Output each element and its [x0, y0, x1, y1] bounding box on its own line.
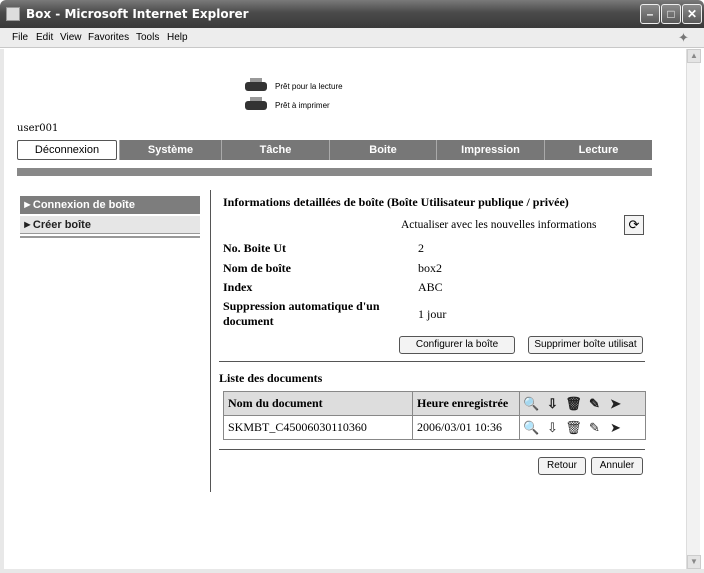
menu-tools[interactable]: Tools: [136, 32, 159, 43]
tab-tache[interactable]: Tâche: [221, 140, 329, 160]
status-ready-print: Prêt à imprimer: [243, 97, 330, 113]
documents-title: Liste des documents: [219, 371, 323, 385]
app-icon: [6, 7, 20, 21]
configure-box-button[interactable]: Configurer la boîte: [399, 336, 515, 354]
window-titlebar: Box - Microsoft Internet Explorer – □ ✕: [0, 0, 704, 28]
status-read-text: Prêt pour la lecture: [275, 81, 343, 91]
send-icon[interactable]: ➤: [606, 418, 625, 437]
minimize-icon[interactable]: –: [640, 4, 660, 24]
sidebar: ►Connexion de boîte ►Créer boîte: [20, 196, 200, 234]
scroll-up-icon[interactable]: ▲: [687, 49, 701, 63]
logout-button[interactable]: Déconnexion: [17, 140, 117, 160]
cancel-button[interactable]: Annuler: [591, 457, 643, 475]
menu-help[interactable]: Help: [167, 32, 188, 43]
header-actions: 🔍 ⇩ 🗑 ✎ ➤: [519, 391, 646, 416]
edit-icon: ✎: [589, 396, 600, 411]
main-nav: Déconnexion Système Tâche Boite Impressi…: [17, 140, 652, 160]
printer-icon: [243, 97, 269, 113]
footer-divider: [219, 449, 645, 450]
printer-icon: [243, 78, 269, 94]
column-header-name: Nom du document: [223, 391, 413, 416]
page-title: Informations detaillées de boîte (Boîte …: [223, 195, 569, 209]
download-icon[interactable]: ⇩: [543, 418, 562, 437]
maximize-icon[interactable]: □: [661, 4, 681, 24]
field-label-index: Index: [223, 280, 253, 294]
status-ready-read: Prêt pour la lecture: [243, 78, 343, 94]
nav-divider: [17, 168, 652, 176]
content-divider: [210, 190, 211, 492]
window-frame-bottom: [0, 569, 704, 573]
menu-favorites[interactable]: Favorites: [88, 32, 129, 43]
tab-systeme[interactable]: Système: [119, 140, 221, 160]
field-value-auto-delete: 1 jour: [418, 307, 447, 321]
sidebar-item-connexion[interactable]: ►Connexion de boîte: [20, 196, 200, 214]
scroll-down-icon[interactable]: ▼: [687, 555, 701, 569]
view-icon: 🔍: [523, 396, 540, 411]
field-value-box-number: 2: [418, 241, 424, 255]
field-value-box-name: box2: [418, 261, 442, 275]
column-header-time: Heure enregistrée: [412, 391, 520, 416]
tab-lecture[interactable]: Lecture: [544, 140, 652, 160]
view-icon[interactable]: 🔍: [522, 418, 541, 437]
menu-view[interactable]: View: [60, 32, 82, 43]
field-value-index: ABC: [418, 280, 443, 294]
close-icon[interactable]: ✕: [682, 4, 702, 24]
vertical-scrollbar[interactable]: ▲ ▼: [686, 49, 701, 569]
download-icon: ⇩: [547, 396, 558, 411]
document-time: 2006/03/01 10:36: [412, 415, 520, 440]
sidebar-item-creer[interactable]: ►Créer boîte: [20, 216, 200, 234]
sidebar-divider: [20, 236, 200, 238]
refresh-icon[interactable]: ⟳: [624, 215, 644, 235]
send-icon: ➤: [610, 396, 621, 411]
field-label-box-number: No. Boite Ut: [223, 241, 286, 255]
tab-boite[interactable]: Boite: [329, 140, 436, 160]
menu-edit[interactable]: Edit: [36, 32, 53, 43]
tab-impression[interactable]: Impression: [436, 140, 544, 160]
back-button[interactable]: Retour: [538, 457, 586, 475]
delete-box-button[interactable]: Supprimer boîte utilisat: [528, 336, 643, 354]
document-name: SKMBT_C45006030110360: [223, 415, 413, 440]
window-title: Box - Microsoft Internet Explorer: [26, 7, 249, 21]
field-label-auto-delete: Suppression automatique d'un document: [223, 299, 380, 328]
sidebar-item-label: Connexion de boîte: [32, 199, 135, 211]
arrow-right-icon: ►: [22, 219, 33, 231]
menu-bar: File Edit View Favorites Tools Help ✦: [0, 28, 704, 48]
sidebar-item-label: Créer boîte: [32, 219, 91, 231]
table-row: SKMBT_C45006030110360 2006/03/01 10:36 🔍…: [223, 415, 646, 440]
table-header-row: Nom du document Heure enregistrée 🔍 ⇩ 🗑 ✎ ➤: [223, 391, 646, 416]
edit-icon[interactable]: ✎: [585, 418, 604, 437]
documents-table: Nom du document Heure enregistrée 🔍 ⇩ 🗑 ✎ ➤ …: [223, 391, 646, 440]
section-divider: [219, 361, 645, 362]
status-print-text: Prêt à imprimer: [275, 100, 330, 110]
delete-icon: 🗑: [565, 396, 582, 411]
field-label-box-name: Nom de boîte: [223, 261, 291, 275]
user-name: user001: [17, 123, 59, 134]
menu-file[interactable]: File: [12, 32, 28, 43]
ie-logo-icon: ✦: [678, 30, 689, 45]
refresh-label: Actualiser avec les nouvelles informatio…: [401, 219, 597, 231]
arrow-right-icon: ►: [22, 199, 33, 211]
row-actions: 🔍 ⇩ 🗑 ✎ ➤: [519, 415, 646, 440]
delete-icon[interactable]: 🗑: [564, 418, 583, 437]
